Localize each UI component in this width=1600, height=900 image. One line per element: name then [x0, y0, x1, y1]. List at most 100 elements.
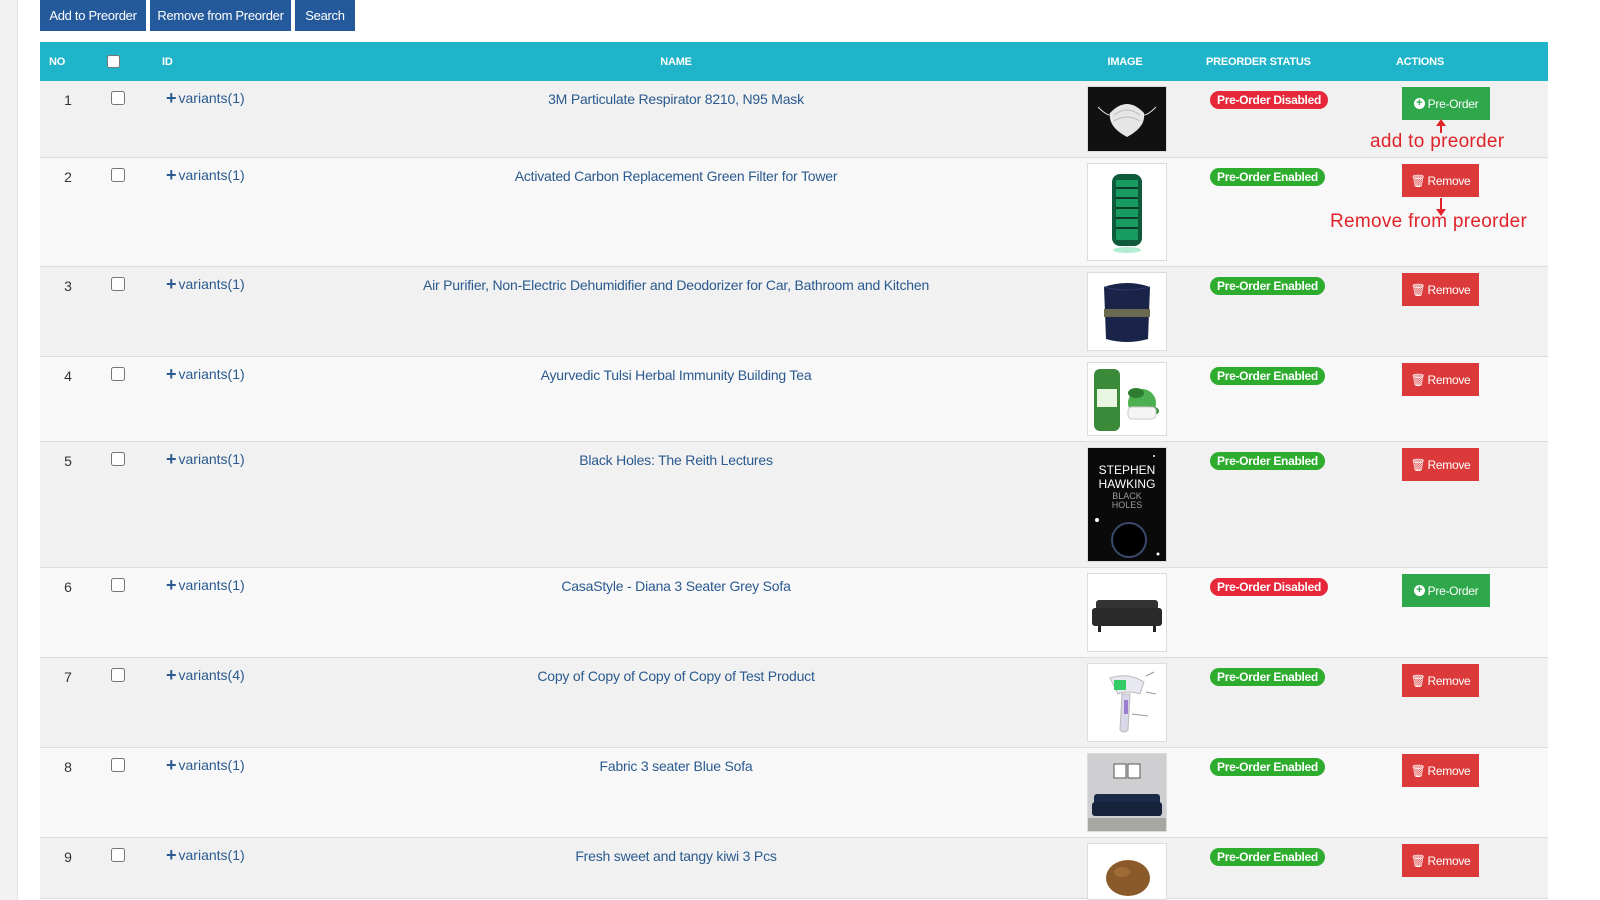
variants-label: variants(1) — [178, 90, 245, 106]
book-author-line2: HAWKING — [1099, 477, 1156, 491]
table-row: 9 + variants(1) Fresh sweet and tangy kiw… — [40, 838, 1548, 900]
table-row: 8 + variants(1) Fabric 3 seater Blue Sofa… — [40, 748, 1548, 838]
row-checkbox-wrap — [111, 168, 125, 185]
row-checkbox[interactable] — [111, 758, 125, 772]
table-row: 2 + variants(1) Activated Carbon Replacem… — [40, 158, 1548, 267]
row-checkbox-wrap — [111, 367, 125, 384]
product-image-filter — [1087, 163, 1167, 261]
row-checkbox-wrap — [111, 578, 125, 595]
header-id: ID — [162, 55, 173, 68]
row-number: 2 — [64, 169, 72, 185]
row-checkbox-wrap — [111, 758, 125, 775]
remove-button[interactable]: 🗑 Remove — [1402, 754, 1479, 787]
plus-icon: + — [166, 449, 177, 469]
remove-button[interactable]: 🗑 Remove — [1402, 273, 1479, 306]
product-image-book: STEPHEN HAWKING BLACK HOLES — [1087, 447, 1167, 562]
variants-toggle[interactable]: + variants(1) — [166, 166, 245, 184]
product-name-link[interactable]: Air Purifier, Non-Electric Dehumidifier … — [420, 277, 932, 293]
table-row: 5 + variants(1) Black Holes: The Reith Le… — [40, 442, 1548, 568]
product-name-link[interactable]: Fresh sweet and tangy kiwi 3 Pcs — [420, 848, 932, 864]
header-name: NAME — [660, 55, 692, 68]
status-badge: Pre-Order Enabled — [1210, 452, 1325, 470]
header-image: IMAGE — [1107, 55, 1143, 68]
row-checkbox[interactable] — [111, 277, 125, 291]
status-badge-cell: Pre-Order Enabled — [1210, 277, 1325, 295]
row-number: 7 — [64, 669, 72, 685]
variants-toggle[interactable]: + variants(1) — [166, 846, 245, 864]
preorder-button[interactable]: + Pre-Order — [1402, 87, 1490, 120]
row-checkbox[interactable] — [111, 91, 125, 105]
select-all-checkbox[interactable] — [107, 55, 120, 68]
variants-toggle[interactable]: + variants(1) — [166, 756, 245, 774]
row-checkbox[interactable] — [111, 452, 125, 466]
annotation-arrowhead-up — [1436, 119, 1446, 126]
annotation-remove-from-preorder: Remove from preorder — [1330, 211, 1528, 232]
variants-toggle[interactable]: + variants(4) — [166, 666, 245, 684]
row-checkbox[interactable] — [111, 668, 125, 682]
status-badge-cell: Pre-Order Enabled — [1210, 848, 1325, 866]
variants-label: variants(1) — [178, 167, 245, 183]
product-name-link[interactable]: Ayurvedic Tulsi Herbal Immunity Building… — [420, 367, 932, 383]
product-image-thermometer — [1087, 663, 1167, 742]
remove-from-preorder-button[interactable]: Remove from Preorder — [150, 0, 291, 31]
row-number: 9 — [64, 849, 72, 865]
row-number: 6 — [64, 579, 72, 595]
variants-label: variants(4) — [178, 667, 245, 683]
product-name-link[interactable]: 3M Particulate Respirator 8210, N95 Mask — [420, 91, 932, 107]
remove-button[interactable]: 🗑 Remove — [1402, 448, 1479, 481]
variants-toggle[interactable]: + variants(1) — [166, 275, 245, 293]
row-number: 4 — [64, 368, 72, 384]
variants-toggle[interactable]: + variants(1) — [166, 449, 245, 469]
row-number: 3 — [64, 278, 72, 294]
variants-label: variants(1) — [178, 276, 245, 292]
table-row: 7 + variants(4) Copy of Copy of Copy of C… — [40, 658, 1548, 748]
preorder-button-label: Pre-Order — [1427, 96, 1479, 111]
row-number: 5 — [64, 453, 72, 469]
status-badge: Pre-Order Enabled — [1210, 848, 1325, 866]
status-badge: Pre-Order Enabled — [1210, 277, 1325, 295]
trash-icon: 🗑 — [1410, 763, 1426, 778]
product-name-link[interactable]: Copy of Copy of Copy of Copy of Test Pro… — [420, 668, 932, 684]
remove-button[interactable]: 🗑 Remove — [1402, 844, 1479, 877]
table-row: 4 + variants(1) Ayurvedic Tulsi Herbal Im… — [40, 357, 1548, 442]
row-checkbox[interactable] — [111, 367, 125, 381]
header-actions: ACTIONS — [1395, 55, 1445, 68]
product-name-link[interactable]: Activated Carbon Replacement Green Filte… — [420, 168, 932, 184]
toolbar: Add to Preorder Remove from Preorder Sea… — [40, 0, 355, 31]
header-no: NO — [49, 55, 66, 68]
add-to-preorder-button[interactable]: Add to Preorder — [40, 0, 146, 31]
trash-icon: 🗑 — [1410, 372, 1426, 387]
row-checkbox-wrap — [111, 91, 125, 108]
trash-icon: 🗑 — [1410, 457, 1426, 472]
remove-button-label: Remove — [1427, 173, 1471, 188]
row-checkbox[interactable] — [111, 168, 125, 182]
product-image-grey-sofa — [1087, 573, 1167, 652]
variants-toggle[interactable]: + variants(1) — [166, 364, 245, 384]
row-checkbox-wrap — [111, 277, 125, 294]
remove-button-label: Remove — [1427, 457, 1471, 472]
plus-icon: + — [166, 575, 177, 595]
book-title-line2: HOLES — [1112, 500, 1143, 510]
plus-icon: + — [166, 364, 177, 384]
plus-icon: + — [166, 88, 177, 108]
row-number: 8 — [64, 759, 72, 775]
preorder-button[interactable]: + Pre-Order — [1402, 574, 1490, 607]
variants-toggle[interactable]: + variants(1) — [166, 575, 245, 595]
search-button[interactable]: Search — [295, 0, 355, 31]
remove-button[interactable]: 🗑 Remove — [1402, 363, 1479, 396]
product-name-link[interactable]: CasaStyle - Diana 3 Seater Grey Sofa — [420, 578, 932, 594]
remove-button[interactable]: 🗑 Remove — [1402, 664, 1479, 697]
status-badge: Pre-Order Disabled — [1210, 578, 1328, 596]
product-name-link[interactable]: Fabric 3 seater Blue Sofa — [420, 758, 932, 774]
remove-button[interactable]: 🗑 Remove — [1402, 164, 1479, 197]
row-checkbox[interactable] — [111, 848, 125, 862]
variants-label: variants(1) — [178, 451, 245, 467]
remove-button-label: Remove — [1427, 763, 1471, 778]
header-preorder-status: PREORDER STATUS — [1206, 55, 1311, 68]
row-checkbox[interactable] — [111, 578, 125, 592]
row-number: 1 — [64, 92, 72, 108]
product-name-link[interactable]: Black Holes: The Reith Lectures — [420, 452, 932, 468]
variants-toggle[interactable]: + variants(1) — [166, 88, 245, 108]
products-table: NO ID NAME IMAGE PREORDER STATUS ACTIONS… — [40, 42, 1548, 900]
product-image-blue-sofa — [1087, 753, 1167, 832]
